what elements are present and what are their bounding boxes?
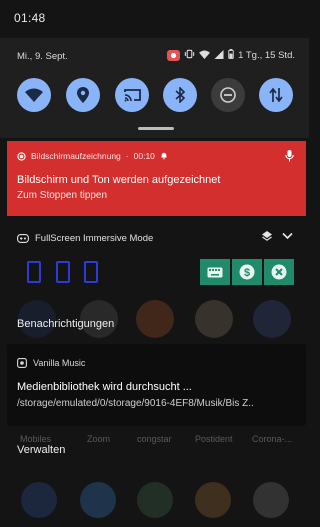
vibrate-icon (184, 49, 195, 62)
screen-recording-notification[interactable]: Bildschirmaufzeichnung · 00:10 Bildschir… (7, 141, 306, 216)
cast-tile[interactable] (115, 78, 149, 112)
dollar-button[interactable]: $ (232, 259, 262, 285)
status-time: 01:48 (14, 11, 46, 25)
wifi-icon (25, 88, 43, 102)
qs-status-icons: 1 Tg., 15 Std. (167, 49, 295, 62)
battery-icon (228, 49, 234, 62)
cast-icon (123, 89, 141, 102)
background-app-label: congstar (137, 434, 172, 444)
battery-text: 1 Tg., 15 Std. (238, 50, 295, 61)
fullscreen-header-actions (261, 230, 293, 242)
data-transfer-icon (269, 87, 283, 103)
vanilla-path: /storage/emulated/0/storage/9016-4EF8/Mu… (17, 398, 254, 409)
phone-mode-icon[interactable] (27, 261, 41, 283)
background-app-label: Mobiles (20, 434, 52, 444)
gamepad-icon (17, 234, 29, 243)
phone-mode-icon[interactable] (56, 261, 70, 283)
telegram-app-icon (80, 482, 116, 518)
recording-subtitle: Zum Stoppen tippen (17, 190, 108, 201)
separator-dot: · (125, 151, 129, 161)
vanilla-music-icon (17, 358, 27, 368)
location-icon (77, 87, 89, 103)
chrome-app-icon (195, 482, 231, 518)
background-app-icon (195, 300, 233, 338)
phone-app-icon (21, 482, 57, 518)
svg-text:$: $ (244, 267, 250, 279)
layers-icon[interactable] (261, 230, 273, 242)
wifi-status-icon (199, 49, 211, 62)
background-app-icon (253, 300, 291, 338)
bluetooth-tile[interactable] (163, 78, 197, 112)
alert-icon (161, 152, 167, 160)
vanilla-notification-header: Vanilla Music (17, 358, 85, 368)
manage-button[interactable]: Verwalten (17, 444, 65, 456)
play-store-app-icon (137, 482, 173, 518)
camera-app-icon (253, 482, 289, 518)
fullscreen-notification-header[interactable]: FullScreen Immersive Mode (17, 233, 153, 244)
vanilla-title: Medienbibliothek wird durchsucht ... (17, 381, 192, 393)
notifications-section-title: Benachrichtigungen (17, 318, 115, 330)
fullscreen-app-name: FullScreen Immersive Mode (35, 233, 154, 244)
background-app-label: Zoom (87, 434, 111, 444)
background-app-icon (136, 300, 174, 338)
keyboard-button[interactable] (200, 259, 230, 285)
do-not-disturb-tile[interactable] (211, 78, 245, 112)
background-app-label: Corona-... (252, 434, 293, 444)
screen-record-indicator-icon (167, 50, 181, 61)
close-button[interactable] (264, 259, 294, 285)
recording-app-name: Bildschirmaufzeichnung (31, 151, 121, 161)
mobile-data-tile[interactable] (259, 78, 293, 112)
recording-title: Bildschirm und Ton werden aufgezeichnet (17, 174, 221, 186)
vanilla-app-name: Vanilla Music (33, 358, 86, 368)
qs-date[interactable]: Mi., 9. Sept. (17, 51, 68, 62)
do-not-disturb-icon (220, 87, 236, 103)
qs-tiles (0, 78, 309, 112)
bluetooth-icon (175, 87, 185, 103)
phone-mode-icon[interactable] (84, 261, 98, 283)
dollar-icon: $ (239, 264, 255, 280)
microphone-icon (285, 150, 294, 162)
vanilla-music-notification[interactable]: Vanilla Music Medienbibliothek wird durc… (7, 344, 306, 426)
chevron-down-icon[interactable] (282, 232, 293, 240)
signal-icon (214, 49, 224, 62)
qs-drag-handle[interactable] (138, 127, 174, 130)
background-app-label: Postident (195, 434, 233, 444)
keyboard-icon (207, 267, 223, 277)
wifi-tile[interactable] (17, 78, 51, 112)
record-icon (17, 151, 26, 161)
close-icon (271, 264, 287, 280)
location-tile[interactable] (66, 78, 100, 112)
recording-time: 00:10 (133, 151, 155, 161)
recording-notification-header: Bildschirmaufzeichnung · 00:10 (17, 151, 168, 161)
